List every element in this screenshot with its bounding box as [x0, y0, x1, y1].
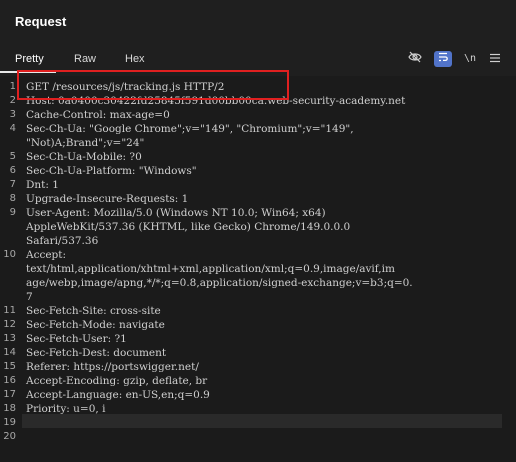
line-number: 17 — [3, 389, 16, 400]
line-text: Sec-Fetch-Site: cross-site — [26, 305, 161, 317]
line-number: 6 — [9, 165, 16, 176]
code-line[interactable]: 13 Sec-Fetch-User: ?1 — [0, 332, 516, 346]
code-line[interactable]: 15 Referer: https://portswigger.net/ — [0, 360, 516, 374]
tab-hex[interactable]: Hex — [125, 53, 145, 65]
code-line[interactable]: 11 Sec-Fetch-Site: cross-site — [0, 304, 516, 318]
line-text: Accept-Encoding: gzip, deflate, br — [26, 375, 208, 387]
line-number: 5 — [9, 151, 16, 162]
line-number: 19 — [3, 417, 16, 428]
line-text: Sec-Fetch-User: ?1 — [26, 333, 127, 345]
panel-title: Request — [15, 14, 67, 29]
request-editor[interactable]: 1 GET /resources/js/tracking.js HTTP/2 2 Ho… — [0, 76, 516, 462]
line-text: Accept-Language: en-US,en;q=0.9 — [26, 389, 210, 401]
line-number: 4 — [9, 123, 16, 134]
line-number: 8 — [9, 193, 16, 204]
line-number: 1 — [9, 81, 16, 92]
line-text: Dnt: 1 — [26, 179, 59, 191]
line-text: Safari/537.36 — [26, 235, 99, 247]
line-text: age/webp,image/apng,*/*;q=0.8,applicatio… — [26, 277, 413, 289]
code-line[interactable]: 10 Accept: — [0, 248, 516, 262]
code-line[interactable]: 7 Dnt: 1 — [0, 178, 516, 192]
line-text: text/html,application/xhtml+xml,applicat… — [26, 263, 395, 275]
line-text: Accept: — [26, 249, 67, 261]
line-text: AppleWebKit/537.36 (KHTML, like Gecko) C… — [26, 221, 351, 233]
line-text: Sec-Fetch-Dest: document — [26, 347, 167, 359]
code-line[interactable]: 9 User-Agent: Mozilla/5.0 (Windows NT 10.… — [0, 206, 516, 220]
code-line[interactable]: 5 Sec-Ch-Ua-Mobile: ?0 — [0, 150, 516, 164]
code-line[interactable]: "Not)A;Brand";v="24" — [0, 136, 516, 150]
line-number: 3 — [9, 109, 16, 120]
code-line[interactable]: 20 — [0, 430, 516, 444]
line-text: Cache-Control: max-age=0 — [26, 109, 170, 121]
code-line[interactable]: 16 Accept-Encoding: gzip, deflate, br — [0, 374, 516, 388]
eye-slash-icon[interactable] — [406, 51, 424, 67]
line-number: 16 — [3, 375, 16, 386]
code-line[interactable]: 4 Sec-Ch-Ua: "Google Chrome";v="149", "Ch… — [0, 122, 516, 136]
line-number: 12 — [3, 319, 16, 330]
code-line[interactable]: 14 Sec-Fetch-Dest: document — [0, 346, 516, 360]
line-text: Referer: https://portswigger.net/ — [26, 361, 199, 373]
line-text: Priority: u=0, i — [26, 403, 106, 415]
code-line[interactable]: 18 Priority: u=0, i — [0, 402, 516, 416]
line-number: 20 — [3, 431, 16, 442]
code-line[interactable]: age/webp,image/apng,*/*;q=0.8,applicatio… — [0, 276, 516, 290]
view-tab-bar: Pretty Raw Hex \n — [0, 45, 516, 73]
code-line[interactable]: 12 Sec-Fetch-Mode: navigate — [0, 318, 516, 332]
code-line[interactable]: 8 Upgrade-Insecure-Requests: 1 — [0, 192, 516, 206]
code-line[interactable]: AppleWebKit/537.36 (KHTML, like Gecko) C… — [0, 220, 516, 234]
line-text: Upgrade-Insecure-Requests: 1 — [26, 193, 189, 205]
code-line[interactable]: 6 Sec-Ch-Ua-Platform: "Windows" — [0, 164, 516, 178]
line-text: "Not)A;Brand";v="24" — [26, 137, 145, 149]
newline-toggle-button[interactable]: \n — [461, 51, 479, 67]
code-line[interactable]: 19 — [0, 416, 516, 430]
code-line[interactable]: text/html,application/xhtml+xml,applicat… — [0, 262, 516, 276]
tab-pretty[interactable]: Pretty — [15, 53, 44, 65]
line-number: 10 — [3, 249, 16, 260]
line-text: Sec-Ch-Ua-Platform: "Windows" — [26, 165, 197, 177]
line-text: Sec-Ch-Ua-Mobile: ?0 — [26, 151, 142, 163]
request-line-highlight-box — [17, 70, 289, 100]
line-number: 18 — [3, 403, 16, 414]
line-number: 13 — [3, 333, 16, 344]
code-line[interactable]: 7 — [0, 290, 516, 304]
line-number: 15 — [3, 361, 16, 372]
request-panel: Request Pretty Raw Hex \n 1 GET /resourc… — [0, 0, 516, 462]
code-line[interactable]: Safari/537.36 — [0, 234, 516, 248]
line-text: User-Agent: Mozilla/5.0 (Windows NT 10.0… — [26, 207, 326, 219]
tab-raw[interactable]: Raw — [74, 53, 96, 65]
word-wrap-icon[interactable] — [434, 51, 452, 67]
line-number: 11 — [3, 305, 16, 316]
hamburger-menu-icon[interactable] — [486, 51, 504, 67]
line-text: 7 — [26, 291, 33, 303]
line-number: 9 — [9, 207, 16, 218]
line-number: 2 — [9, 95, 16, 106]
code-line[interactable]: 3 Cache-Control: max-age=0 — [0, 108, 516, 122]
code-line[interactable]: 17 Accept-Language: en-US,en;q=0.9 — [0, 388, 516, 402]
line-text: Sec-Fetch-Mode: navigate — [26, 319, 165, 331]
line-text: Sec-Ch-Ua: "Google Chrome";v="149", "Chr… — [26, 123, 354, 135]
line-number: 7 — [9, 179, 16, 190]
line-number: 14 — [3, 347, 16, 358]
